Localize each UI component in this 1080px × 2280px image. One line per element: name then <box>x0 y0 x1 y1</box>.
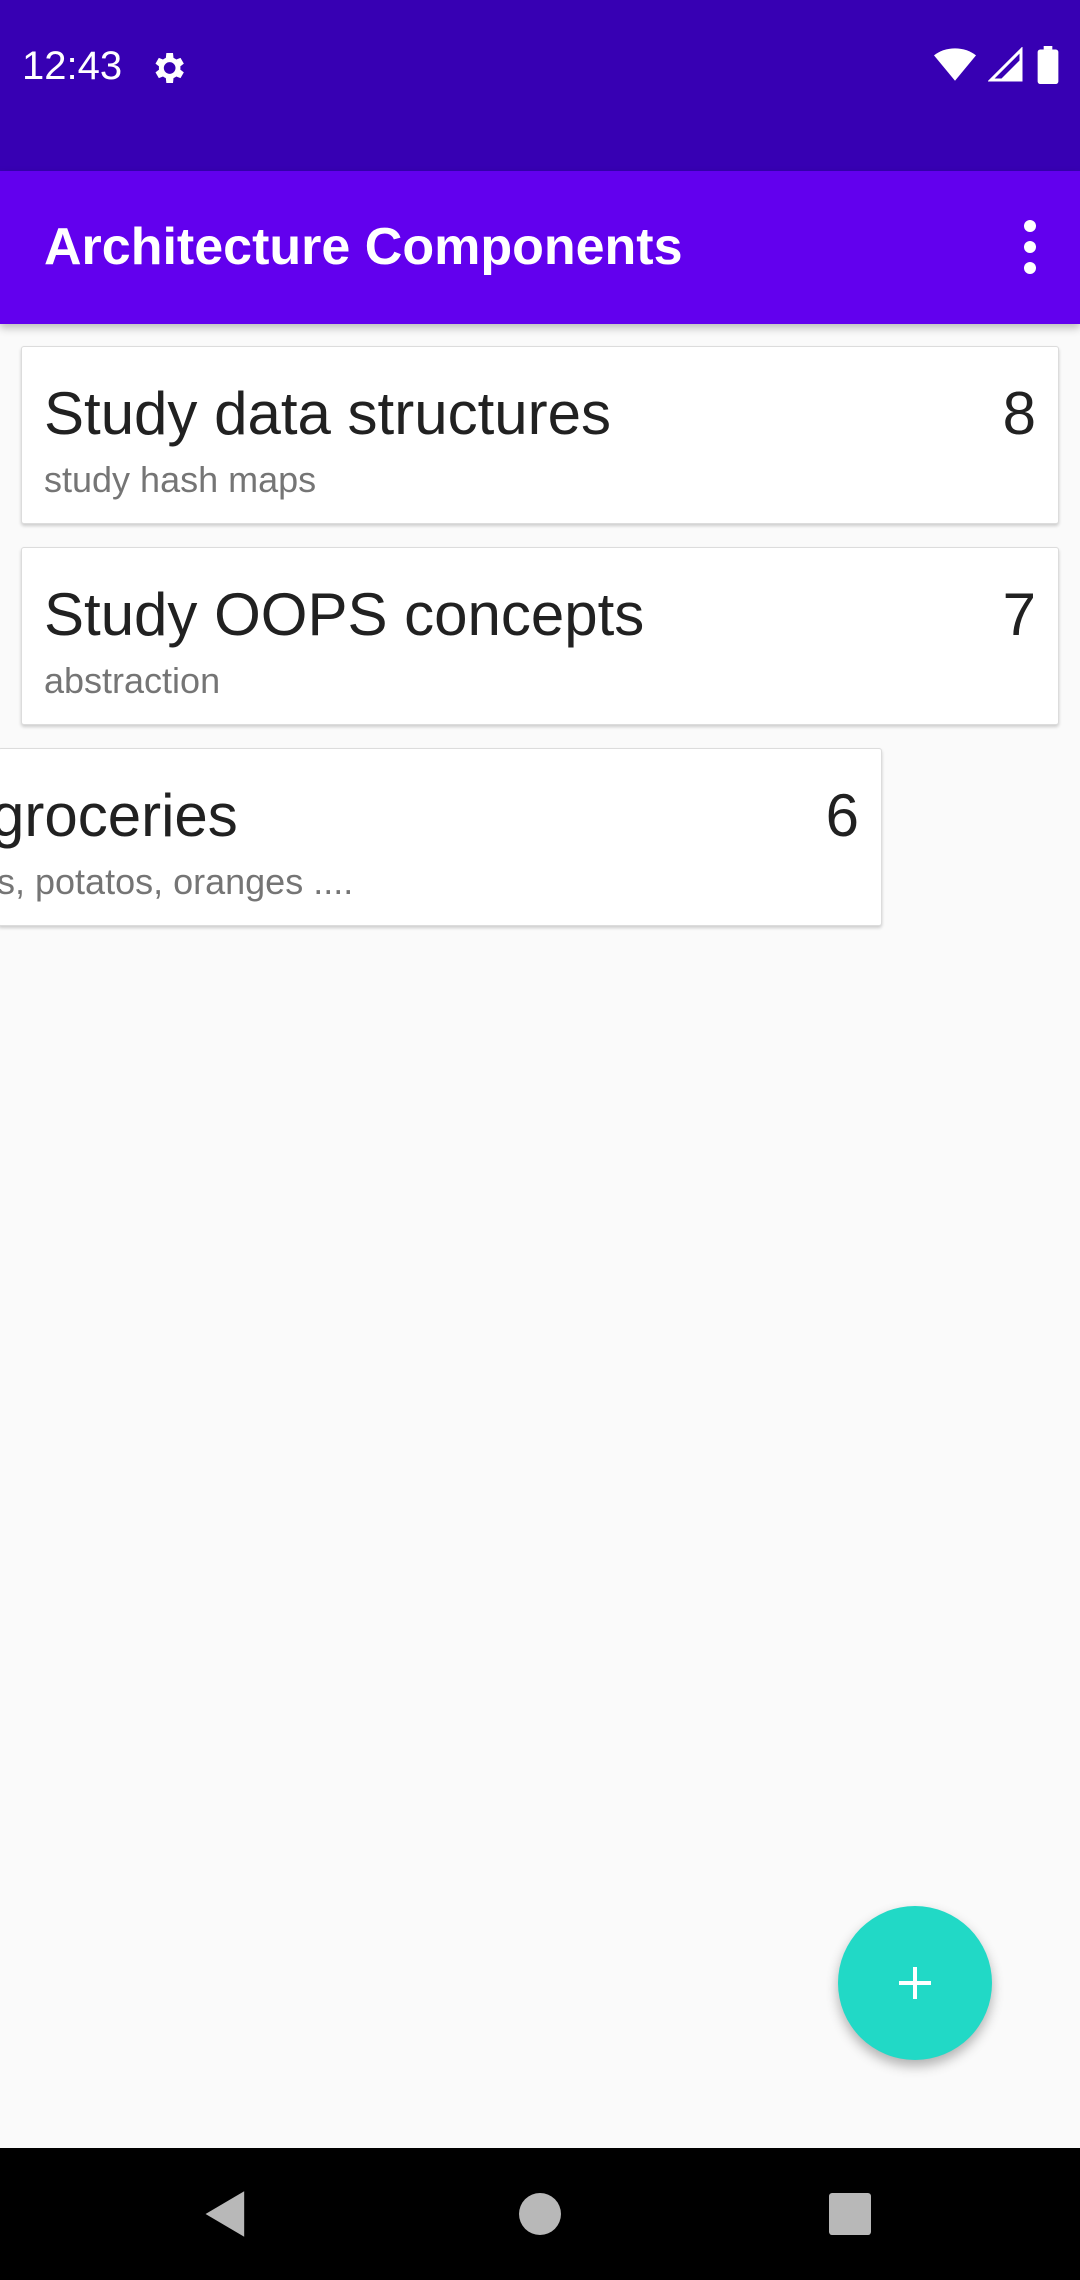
note-card[interactable]: Study OOPS concepts abstraction 7 <box>21 547 1059 725</box>
note-card[interactable]: Study data structures study hash maps 8 <box>21 346 1059 524</box>
navigation-bar <box>0 2148 1080 2280</box>
signal-icon <box>988 47 1023 82</box>
status-icons <box>934 46 1060 84</box>
status-bar: 12:43 <box>0 0 1080 171</box>
note-priority: 7 <box>1002 581 1036 648</box>
back-icon <box>205 2191 245 2237</box>
back-button[interactable] <box>146 2148 306 2280</box>
note-priority: 8 <box>1002 380 1036 447</box>
recents-button[interactable] <box>770 2148 930 2280</box>
note-title: Study data structures <box>44 380 611 447</box>
add-icon <box>899 1967 931 1999</box>
home-button[interactable] <box>460 2148 620 2280</box>
note-title: Study OOPS concepts <box>44 581 645 648</box>
app-title: Architecture Components <box>44 218 683 276</box>
note-description: abstraction <box>44 660 221 701</box>
note-description: s, potatos, oranges .... <box>0 861 354 902</box>
add-note-button[interactable] <box>838 1906 992 2060</box>
note-card-swiping[interactable]: groceries s, potatos, oranges .... 6 <box>0 748 882 926</box>
status-time: 12:43 <box>22 44 123 88</box>
battery-icon <box>1037 46 1059 84</box>
gear-icon <box>155 53 184 83</box>
app-bar: Architecture Components <box>0 171 1080 324</box>
wifi-icon <box>934 48 976 81</box>
more-vert-icon[interactable] <box>1002 211 1058 283</box>
note-priority: 6 <box>825 782 859 849</box>
note-description: study hash maps <box>44 459 317 500</box>
note-title: groceries <box>0 782 238 849</box>
recents-icon <box>829 2193 871 2235</box>
home-icon <box>519 2193 561 2235</box>
